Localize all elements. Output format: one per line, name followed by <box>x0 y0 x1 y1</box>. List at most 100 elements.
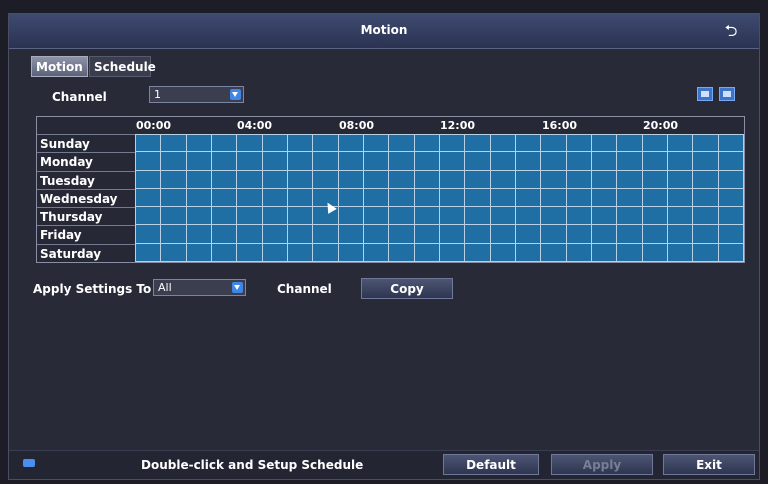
schedule-slot[interactable] <box>566 188 592 208</box>
schedule-row[interactable] <box>135 134 744 153</box>
schedule-slot[interactable] <box>363 134 390 153</box>
schedule-slot[interactable] <box>566 152 592 171</box>
schedule-row[interactable] <box>135 243 744 263</box>
schedule-slot[interactable] <box>161 188 187 208</box>
schedule-slot[interactable] <box>642 152 668 171</box>
schedule-slot[interactable] <box>237 188 263 208</box>
schedule-row[interactable] <box>135 225 744 244</box>
schedule-slot[interactable] <box>667 134 694 153</box>
schedule-slot[interactable] <box>363 152 390 171</box>
schedule-slot[interactable] <box>363 207 390 226</box>
schedule-slot[interactable] <box>237 134 263 153</box>
schedule-slot[interactable] <box>186 152 212 171</box>
schedule-slot[interactable] <box>617 225 643 244</box>
schedule-slot[interactable] <box>718 188 744 208</box>
schedule-slot[interactable] <box>186 243 212 263</box>
schedule-slot[interactable] <box>161 207 187 226</box>
schedule-slot[interactable] <box>186 170 212 189</box>
schedule-slot[interactable] <box>693 243 719 263</box>
schedule-slot[interactable] <box>617 134 643 153</box>
schedule-slot[interactable] <box>617 170 643 189</box>
schedule-row[interactable] <box>135 152 744 171</box>
schedule-slot[interactable] <box>667 225 694 244</box>
schedule-slot[interactable] <box>237 225 263 244</box>
schedule-slot[interactable] <box>439 207 466 226</box>
schedule-slot[interactable] <box>490 243 516 263</box>
schedule-slot[interactable] <box>237 152 263 171</box>
schedule-slot[interactable] <box>338 225 364 244</box>
schedule-slot[interactable] <box>617 188 643 208</box>
schedule-slot[interactable] <box>667 207 694 226</box>
schedule-slot[interactable] <box>186 207 212 226</box>
schedule-slot[interactable] <box>313 134 339 153</box>
schedule-slot[interactable] <box>591 243 618 263</box>
schedule-slot[interactable] <box>389 225 415 244</box>
schedule-slot[interactable] <box>465 225 491 244</box>
schedule-slot[interactable] <box>338 152 364 171</box>
schedule-slot[interactable] <box>135 207 162 226</box>
schedule-slot[interactable] <box>693 207 719 226</box>
schedule-slot[interactable] <box>338 188 364 208</box>
schedule-slot[interactable] <box>642 207 668 226</box>
schedule-slot[interactable] <box>287 225 314 244</box>
schedule-slot[interactable] <box>541 170 567 189</box>
schedule-slot[interactable] <box>135 188 162 208</box>
channel-select[interactable]: 1 <box>149 86 244 103</box>
schedule-slot[interactable] <box>262 134 288 153</box>
schedule-slot[interactable] <box>439 188 466 208</box>
schedule-slot[interactable] <box>237 207 263 226</box>
schedule-slot[interactable] <box>591 134 618 153</box>
schedule-slot[interactable] <box>465 134 491 153</box>
schedule-slot[interactable] <box>541 243 567 263</box>
schedule-slot[interactable] <box>287 170 314 189</box>
schedule-slot[interactable] <box>287 152 314 171</box>
schedule-slot[interactable] <box>211 152 238 171</box>
schedule-slot[interactable] <box>287 188 314 208</box>
schedule-slot[interactable] <box>363 188 390 208</box>
schedule-row[interactable] <box>135 188 744 208</box>
schedule-slot[interactable] <box>161 152 187 171</box>
schedule-slot[interactable] <box>211 170 238 189</box>
schedule-slot[interactable] <box>642 225 668 244</box>
schedule-slot[interactable] <box>414 243 440 263</box>
schedule-slot[interactable] <box>313 225 339 244</box>
edit-icon[interactable] <box>719 87 735 101</box>
schedule-slot[interactable] <box>313 243 339 263</box>
schedule-slot[interactable] <box>338 134 364 153</box>
schedule-slot[interactable] <box>515 170 542 189</box>
schedule-slot[interactable] <box>389 188 415 208</box>
schedule-slot[interactable] <box>667 188 694 208</box>
schedule-slot[interactable] <box>262 225 288 244</box>
tab-motion[interactable]: Motion <box>31 56 88 77</box>
schedule-slot[interactable] <box>718 170 744 189</box>
schedule-slot[interactable] <box>211 188 238 208</box>
schedule-slot[interactable] <box>313 170 339 189</box>
schedule-slot[interactable] <box>667 152 694 171</box>
schedule-slot[interactable] <box>262 170 288 189</box>
schedule-slot[interactable] <box>693 225 719 244</box>
schedule-slot[interactable] <box>642 243 668 263</box>
schedule-slot[interactable] <box>515 207 542 226</box>
schedule-slot[interactable] <box>439 243 466 263</box>
schedule-slot[interactable] <box>439 225 466 244</box>
schedule-slot[interactable] <box>465 152 491 171</box>
schedule-slot[interactable] <box>566 207 592 226</box>
schedule-slot[interactable] <box>566 243 592 263</box>
schedule-slot[interactable] <box>389 243 415 263</box>
schedule-slot[interactable] <box>465 243 491 263</box>
schedule-slot[interactable] <box>541 152 567 171</box>
default-button[interactable]: Default <box>443 454 539 475</box>
schedule-slot[interactable] <box>490 134 516 153</box>
schedule-slot[interactable] <box>693 152 719 171</box>
schedule-slot[interactable] <box>591 188 618 208</box>
schedule-slot[interactable] <box>718 243 744 263</box>
schedule-slot[interactable] <box>363 170 390 189</box>
schedule-slot[interactable] <box>211 243 238 263</box>
schedule-slot[interactable] <box>667 170 694 189</box>
schedule-slot[interactable] <box>186 225 212 244</box>
schedule-slot[interactable] <box>490 188 516 208</box>
schedule-slot[interactable] <box>465 207 491 226</box>
schedule-cells[interactable] <box>135 134 744 263</box>
schedule-slot[interactable] <box>591 207 618 226</box>
schedule-slot[interactable] <box>566 225 592 244</box>
